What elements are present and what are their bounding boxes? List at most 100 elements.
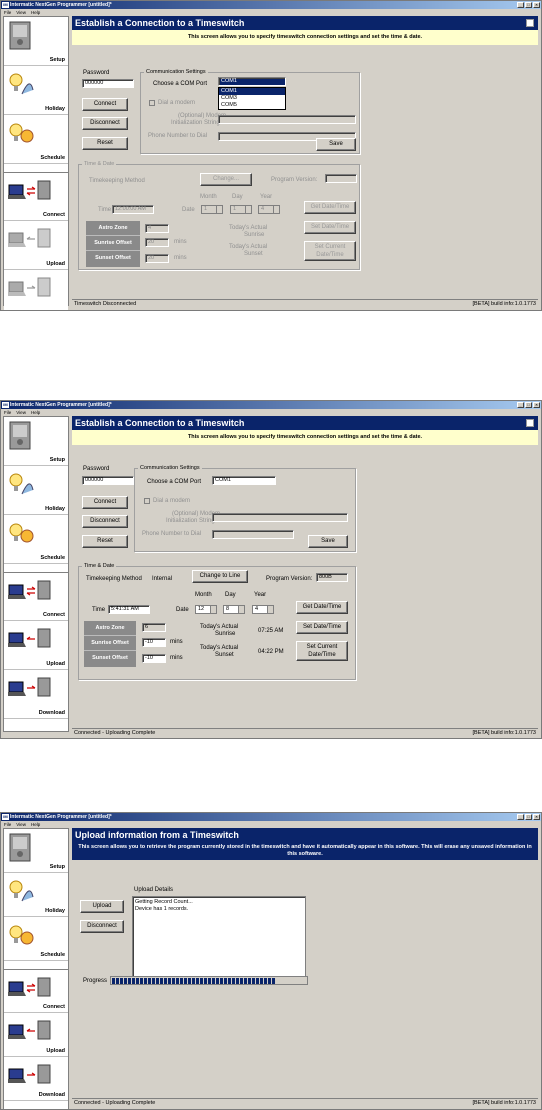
connect-button[interactable]: Connect: [82, 496, 128, 509]
menu-help[interactable]: Help: [31, 10, 40, 15]
log-line: Getting Record Count...: [135, 899, 193, 905]
reset-button[interactable]: Reset: [82, 137, 128, 150]
sunrise-label-2: Sunrise: [215, 631, 236, 637]
sidebar-item-download[interactable]: Download: [4, 1057, 68, 1101]
sidebar-item-upload[interactable]: Upload: [4, 621, 68, 670]
dial-modem-checkbox[interactable]: [149, 100, 155, 106]
sunrise-label: Today's Actual: [200, 624, 239, 630]
menu-view[interactable]: View: [16, 10, 26, 15]
sidebar-item-setup[interactable]: Setup: [4, 17, 68, 66]
set-date-time-button[interactable]: Set Date/Time: [304, 221, 356, 234]
sidebar-item-connect[interactable]: Connect: [4, 172, 68, 221]
com-option[interactable]: COM5: [219, 102, 285, 109]
phone-field[interactable]: [212, 530, 294, 539]
sidebar-item-download[interactable]: Download: [4, 270, 68, 310]
sidebar-item-setup[interactable]: Setup: [4, 417, 68, 466]
progress-block: [144, 978, 147, 984]
progress-block: [116, 978, 119, 984]
menu-help[interactable]: Help: [31, 410, 40, 415]
time-label: Time: [92, 607, 106, 613]
maximize-button[interactable]: □: [525, 2, 532, 8]
month-spinner[interactable]: 1: [201, 205, 223, 214]
main-panel: Establish a Connection to a Timeswitch T…: [72, 416, 538, 726]
sunrise-offset-field[interactable]: -10: [142, 638, 166, 647]
menu-file[interactable]: File: [4, 10, 11, 15]
sidebar-item-holiday[interactable]: Holiday: [4, 466, 68, 515]
minimize-button[interactable]: _: [517, 2, 524, 8]
minimize-button[interactable]: _: [517, 814, 524, 820]
upload-button[interactable]: Upload: [80, 900, 124, 913]
menu-bar: File View Help: [1, 409, 541, 416]
day-spinner[interactable]: 1: [230, 205, 252, 214]
password-field[interactable]: 000000: [82, 476, 134, 485]
sidebar-item-upload[interactable]: Upload: [4, 221, 68, 270]
sidebar-item-schedule[interactable]: Schedule: [4, 917, 68, 961]
change-button[interactable]: Change...: [200, 173, 252, 186]
menu-view[interactable]: View: [16, 410, 26, 415]
timeswitch-box-icon: [9, 421, 31, 450]
sunrise-label-2: Sunrise: [244, 232, 265, 238]
reset-button[interactable]: Reset: [82, 535, 128, 548]
sidebar-item-schedule[interactable]: Schedule: [4, 515, 68, 564]
close-button[interactable]: ×: [533, 402, 540, 408]
connect-button[interactable]: Connect: [82, 98, 128, 111]
time-field[interactable]: 12:00:00 AM: [112, 205, 154, 214]
help-icon[interactable]: [526, 419, 534, 427]
set-date-time-button[interactable]: Set Date/Time: [296, 621, 348, 634]
sidebar-item-upload[interactable]: Upload: [4, 1013, 68, 1057]
close-button[interactable]: ×: [533, 2, 540, 8]
dial-modem-checkbox[interactable]: [144, 498, 150, 504]
password-field[interactable]: 000000: [82, 79, 134, 88]
sidebar-item-connect[interactable]: Connect: [4, 572, 68, 621]
time-field[interactable]: 5:41:31 AM: [108, 605, 150, 614]
set-current-date-time-button[interactable]: Set Current Date/Time: [304, 241, 356, 261]
close-button[interactable]: ×: [533, 814, 540, 820]
progress-block: [272, 978, 275, 984]
disconnect-button[interactable]: Disconnect: [82, 515, 128, 528]
save-button[interactable]: Save: [316, 138, 356, 151]
sidebar-item-connect[interactable]: Connect: [4, 969, 68, 1013]
modem-init-field[interactable]: [218, 115, 356, 124]
menu-view[interactable]: View: [16, 822, 26, 827]
sunset-offset-field[interactable]: 20: [145, 254, 169, 263]
sunrise-offset-field[interactable]: 20: [145, 238, 169, 247]
change-to-line-button[interactable]: Change to Line: [192, 570, 248, 583]
maximize-button[interactable]: □: [525, 814, 532, 820]
sidebar-item-download[interactable]: Download: [4, 670, 68, 719]
day-label: Day: [232, 194, 243, 200]
disconnect-button[interactable]: Disconnect: [82, 117, 128, 130]
progress-block: [252, 978, 255, 984]
com-option[interactable]: COM1: [219, 88, 285, 95]
com-option[interactable]: COM3: [219, 95, 285, 102]
sidebar-item-schedule[interactable]: Schedule: [4, 115, 68, 164]
get-date-time-button[interactable]: Get Date/Time: [304, 201, 356, 214]
get-date-time-button[interactable]: Get Date/Time: [296, 601, 348, 614]
day-spinner[interactable]: 8: [223, 605, 245, 614]
com-port-select[interactable]: COM1: [218, 77, 286, 86]
astro-zone-field[interactable]: 6: [142, 623, 166, 632]
sunset-offset-field[interactable]: -10: [142, 654, 166, 663]
maximize-button[interactable]: □: [525, 402, 532, 408]
save-button[interactable]: Save: [308, 535, 348, 548]
page-subtitle: This screen allows you to specify timesw…: [72, 430, 538, 445]
menu-help[interactable]: Help: [31, 822, 40, 827]
month-spinner[interactable]: 12: [195, 605, 217, 614]
minimize-button[interactable]: _: [517, 402, 524, 408]
year-spinner[interactable]: 4: [258, 205, 280, 214]
title-bar: IM Intermatic NextGen Programmer [untitle…: [1, 401, 541, 409]
com-port-select[interactable]: COM1: [212, 476, 276, 485]
progress-block: [140, 978, 143, 984]
menu-file[interactable]: File: [4, 822, 11, 827]
sidebar-item-holiday[interactable]: Holiday: [4, 873, 68, 917]
set-current-date-time-button[interactable]: Set Current Date/Time: [296, 641, 348, 661]
modem-init-field[interactable]: [212, 513, 348, 522]
year-spinner[interactable]: 4: [252, 605, 274, 614]
menu-file[interactable]: File: [4, 410, 11, 415]
astro-zone-field[interactable]: 4: [145, 224, 169, 233]
com-port-dropdown: COM1 COM3 COM5: [218, 87, 286, 110]
help-icon[interactable]: [526, 19, 534, 27]
sidebar-item-setup[interactable]: Setup: [4, 829, 68, 873]
sidebar-item-holiday[interactable]: Holiday: [4, 66, 68, 115]
disconnect-button[interactable]: Disconnect: [80, 920, 124, 933]
year-label: Year: [260, 194, 273, 200]
